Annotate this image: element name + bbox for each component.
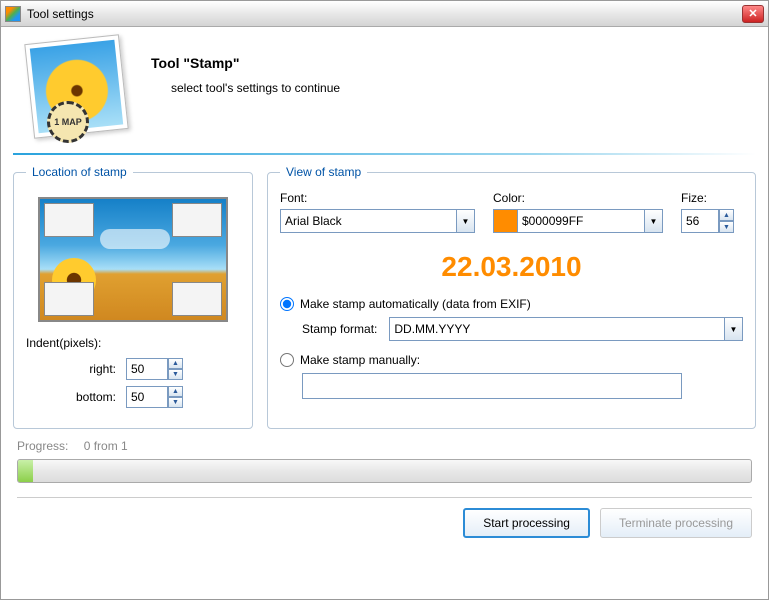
mode-manual-radio[interactable] — [280, 353, 294, 367]
chevron-down-icon: ▼ — [645, 209, 663, 233]
header-separator — [13, 153, 756, 155]
window-title: Tool settings — [27, 7, 742, 21]
color-label: Color: — [493, 191, 663, 205]
position-bottom-right[interactable] — [172, 282, 222, 316]
format-label: Stamp format: — [302, 322, 377, 336]
indent-right-label: right: — [26, 362, 116, 376]
font-combo[interactable]: Arial Black ▼ — [280, 209, 475, 233]
position-top-left[interactable] — [44, 203, 94, 237]
close-button[interactable]: ✕ — [742, 5, 764, 23]
stamp-preview: 22.03.2010 — [280, 251, 743, 283]
header-illustration: 1 MAP — [21, 37, 131, 147]
titlebar: Tool settings ✕ — [1, 1, 768, 27]
location-legend: Location of stamp — [26, 165, 133, 179]
indent-right-up[interactable]: ▲ — [168, 358, 183, 369]
indent-right-input[interactable] — [126, 358, 168, 380]
indent-right-down[interactable]: ▼ — [168, 369, 183, 380]
color-value: $000099FF — [522, 214, 583, 228]
progress-text: Progress: 0 from 1 — [17, 439, 752, 453]
indent-bottom-down[interactable]: ▼ — [168, 397, 183, 408]
indent-bottom-label: bottom: — [26, 390, 116, 404]
button-separator — [17, 497, 752, 498]
color-swatch — [494, 210, 518, 232]
terminate-button: Terminate processing — [600, 508, 752, 538]
header-title: Tool "Stamp" — [151, 55, 340, 71]
progress-fill — [18, 460, 33, 482]
close-icon: ✕ — [748, 7, 757, 20]
progress-bar — [17, 459, 752, 483]
mode-manual-label: Make stamp manually: — [300, 353, 420, 367]
font-label: Font: — [280, 191, 475, 205]
mode-auto-label: Make stamp automatically (data from EXIF… — [300, 297, 531, 311]
chevron-down-icon: ▼ — [457, 209, 475, 233]
color-combo[interactable]: $000099FF ▼ — [493, 209, 663, 233]
position-top-right[interactable] — [172, 203, 222, 237]
indent-label: Indent(pixels): — [26, 336, 240, 350]
font-value: Arial Black — [280, 209, 457, 233]
progress-label: Progress: — [17, 439, 68, 453]
size-label: Fize: — [681, 191, 743, 205]
indent-bottom-input[interactable] — [126, 386, 168, 408]
size-up[interactable]: ▲ — [719, 209, 734, 221]
mode-auto-radio[interactable] — [280, 297, 294, 311]
format-combo[interactable]: DD.MM.YYYY ▼ — [389, 317, 743, 341]
app-icon — [5, 6, 21, 22]
size-input[interactable] — [681, 209, 719, 233]
location-panel: Location of stamp Indent(pixels): right:… — [13, 165, 253, 429]
progress-status: 0 from 1 — [84, 439, 128, 453]
chevron-down-icon: ▼ — [725, 317, 743, 341]
format-value: DD.MM.YYYY — [389, 317, 725, 341]
location-preview — [38, 197, 228, 322]
position-bottom-left[interactable] — [44, 282, 94, 316]
start-button[interactable]: Start processing — [463, 508, 590, 538]
stamp-graphic: 1 MAP — [47, 101, 89, 143]
manual-input[interactable] — [302, 373, 682, 399]
header: 1 MAP Tool "Stamp" select tool's setting… — [1, 27, 768, 153]
view-panel: View of stamp Font: Arial Black ▼ Color:… — [267, 165, 756, 429]
size-down[interactable]: ▼ — [719, 221, 734, 233]
header-subtitle: select tool's settings to continue — [151, 81, 340, 95]
view-legend: View of stamp — [280, 165, 367, 179]
indent-bottom-up[interactable]: ▲ — [168, 386, 183, 397]
